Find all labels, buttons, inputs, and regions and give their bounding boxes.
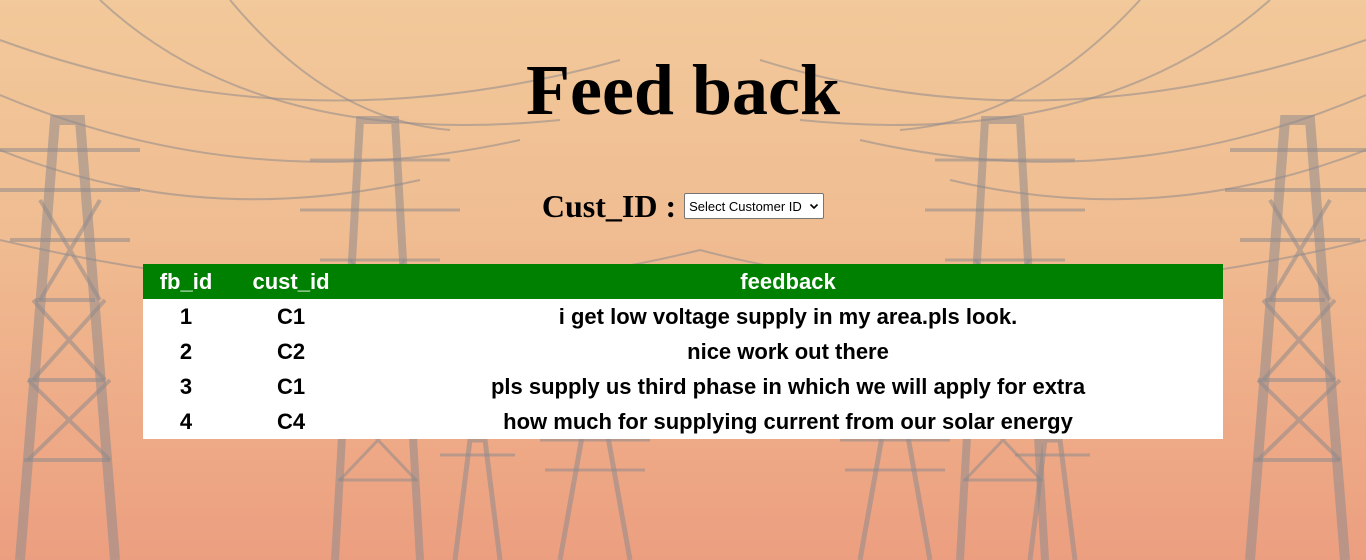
- feedback-cell: how much for supplying current from our …: [503, 408, 1073, 434]
- cust-id-cell: C4: [276, 408, 306, 434]
- column-header-feedback: feedback: [353, 264, 1223, 299]
- customer-id-select[interactable]: Select Customer ID: [684, 193, 825, 219]
- customer-id-select-value: Select Customer ID: [689, 198, 802, 214]
- table-row: 2 C2 nice work out there: [143, 334, 1223, 369]
- feedback-cell: pls supply us third phase in which we wi…: [490, 373, 1086, 399]
- table-row: 4 C4 how much for supplying current from…: [143, 404, 1223, 439]
- table-header-row: fb_id cust_id feedback: [143, 264, 1223, 299]
- customer-filter: Cust_ID : Select Customer ID: [0, 186, 1366, 226]
- table-row: 1 C1 i get low voltage supply in my area…: [143, 299, 1223, 334]
- fb-id-cell: 3: [179, 373, 193, 399]
- chevron-down-icon: [810, 203, 819, 210]
- cust-id-cell: C1: [276, 303, 306, 329]
- feedback-cell: nice work out there: [687, 338, 889, 364]
- column-header-fb-id: fb_id: [143, 264, 229, 299]
- fb-id-cell: 2: [179, 338, 193, 364]
- column-header-cust-id: cust_id: [229, 264, 353, 299]
- feedback-page: Feed back Cust_ID : Select Customer ID f…: [0, 0, 1366, 560]
- table-row: 3 C1 pls supply us third phase in which …: [143, 369, 1223, 404]
- cust-id-label: Cust_ID :: [541, 188, 677, 224]
- feedback-cell: i get low voltage supply in my area.pls …: [558, 303, 1018, 329]
- cust-id-cell: C2: [276, 338, 306, 364]
- fb-id-cell: 1: [179, 303, 193, 329]
- cust-id-cell: C1: [276, 373, 306, 399]
- page-title: Feed back: [526, 50, 840, 130]
- feedback-table: fb_id cust_id feedback 1 C1 i get low vo…: [143, 264, 1223, 439]
- fb-id-cell: 4: [179, 408, 193, 434]
